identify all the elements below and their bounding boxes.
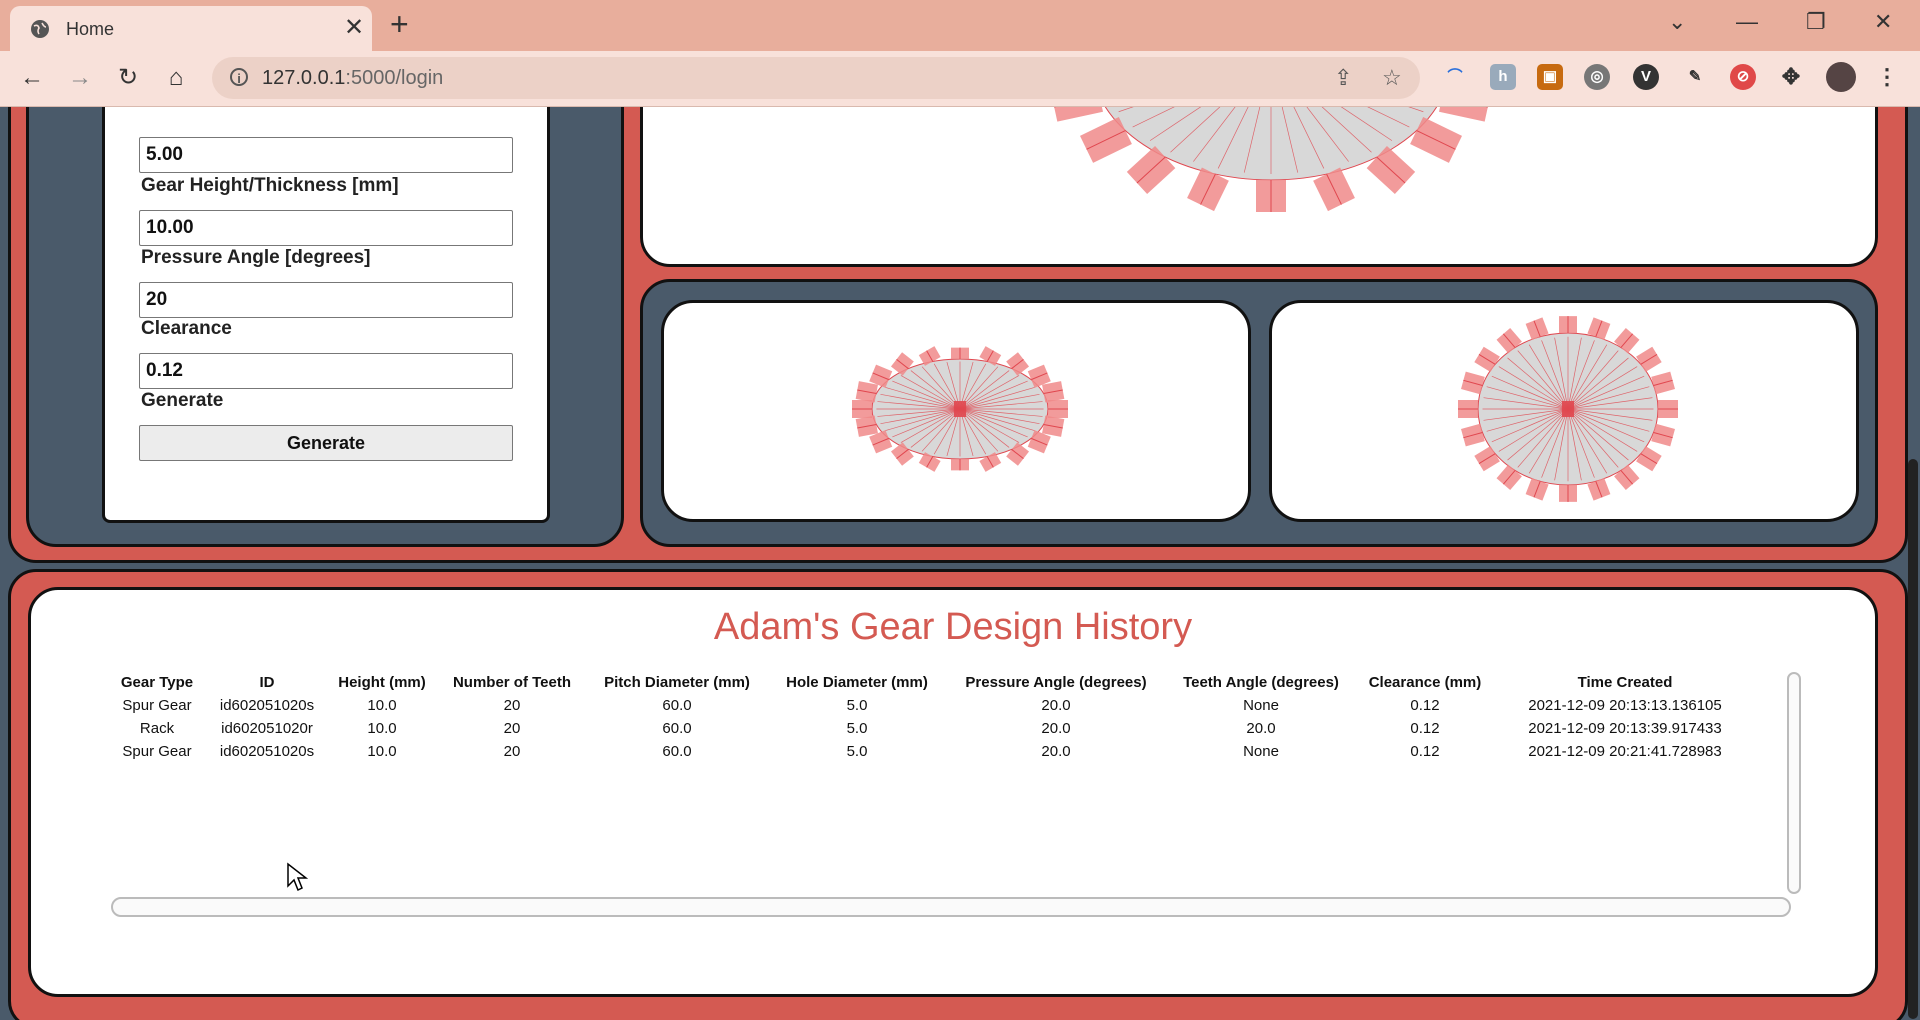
avatar[interactable] <box>1826 62 1856 92</box>
col-id: ID <box>259 673 275 691</box>
table-cell: 60.0 <box>662 697 692 714</box>
share-icon[interactable]: ⇪ <box>1334 65 1352 91</box>
table-cell: 20 <box>503 697 521 714</box>
table-row: Spur Gear id602051020s 10.0 20 60.0 5.0 20.0 No… <box>107 694 1757 717</box>
bookmark-star-icon[interactable]: ☆ <box>1382 65 1402 91</box>
extension-h-icon[interactable]: h <box>1490 64 1516 90</box>
extension-pen-icon[interactable]: ✎ <box>1682 64 1708 90</box>
menu-icon[interactable]: ⋮ <box>1874 64 1900 90</box>
tab-strip: Home ✕ + ⌄ — ❐ ✕ <box>0 0 1920 51</box>
new-tab-icon[interactable]: + <box>390 8 409 40</box>
extension-shield-icon[interactable]: ⊘ <box>1730 64 1756 90</box>
col-pitch-diameter: Pitch Diameter (mm) <box>604 673 750 691</box>
browser-tab[interactable]: Home ✕ <box>10 6 372 51</box>
extension-vd-icon[interactable]: V <box>1633 64 1659 90</box>
minimize-icon[interactable]: — <box>1736 8 1758 36</box>
forward-icon[interactable]: → <box>64 62 96 94</box>
table-cell: None <box>1243 743 1279 760</box>
extension-folder-icon[interactable]: ▣ <box>1537 64 1563 90</box>
table-cell: 20.0 <box>1041 743 1071 760</box>
gear-side-view[interactable] <box>661 300 1251 522</box>
back-icon[interactable]: ← <box>16 62 48 94</box>
generate-label: Generate <box>141 390 224 411</box>
table-cell: 20.0 <box>1246 720 1276 737</box>
history-table: Gear Type ID Height (mm) Number of Teeth… <box>107 670 1757 763</box>
table-cell: 2021-12-09 20:13:39.917433 <box>1528 720 1722 737</box>
table-cell: 5.0 <box>846 697 868 714</box>
gear-height-input[interactable] <box>139 210 513 246</box>
col-pressure-angle: Pressure Angle (degrees) <box>965 673 1147 691</box>
table-cell: id602051020s <box>219 743 315 760</box>
history-table-container: Gear Type ID Height (mm) Number of Teeth… <box>107 670 1827 890</box>
table-cell: id602051020r <box>221 720 313 737</box>
table-cell: 60.0 <box>662 743 692 760</box>
address-bar[interactable]: i 127.0.0.1:5000/login ⇪ ☆ <box>212 57 1420 99</box>
col-number-of-teeth: Number of Teeth <box>452 673 572 691</box>
site-info-icon[interactable]: i <box>230 68 248 86</box>
mouse-cursor-icon <box>287 862 308 892</box>
pressure-angle-input[interactable] <box>139 282 513 318</box>
table-horizontal-scrollbar[interactable] <box>111 897 1791 917</box>
col-teeth-angle: Teeth Angle (degrees) <box>1183 673 1339 691</box>
col-hole-diameter: Hole Diameter (mm) <box>786 673 928 691</box>
table-cell: 60.0 <box>662 720 692 737</box>
gear-3d-view-main[interactable] <box>640 107 1878 267</box>
tab-title: Home <box>66 19 115 39</box>
table-cell: Rack <box>139 720 175 737</box>
table-cell: id602051020s <box>219 697 315 714</box>
table-cell: 20 <box>503 720 521 737</box>
col-gear-type: Gear Type <box>120 673 194 691</box>
table-cell: Spur Gear <box>122 743 192 760</box>
table-cell: Spur Gear <box>122 697 192 714</box>
table-cell: 2021-12-09 20:21:41.728983 <box>1528 743 1722 760</box>
page-scrollbar-thumb[interactable] <box>1908 459 1918 1019</box>
gear-parameters-form: Gear Height/Thickness [mm] Pressure Angl… <box>102 107 550 523</box>
table-cell: 0.12 <box>1410 743 1440 760</box>
table-cell: 10.0 <box>367 697 397 714</box>
close-tab-icon[interactable]: ✕ <box>344 16 364 40</box>
extension-film-icon[interactable]: ◎ <box>1584 64 1610 90</box>
hole-diameter-input[interactable] <box>139 137 513 173</box>
globe-icon <box>31 20 49 38</box>
extensions-puzzle-icon[interactable]: ✥ <box>1778 64 1804 90</box>
url-text: 127.0.0.1:5000/login <box>262 67 444 89</box>
col-time-created: Time Created <box>1577 673 1673 691</box>
table-cell: 10.0 <box>367 720 397 737</box>
col-clearance: Clearance (mm) <box>1368 673 1482 691</box>
table-header-row: Gear Type ID Height (mm) Number of Teeth… <box>107 670 1757 694</box>
close-window-icon[interactable]: ✕ <box>1874 8 1892 36</box>
secondary-views-panel <box>640 279 1878 547</box>
col-height: Height (mm) <box>338 673 426 691</box>
table-cell: None <box>1243 697 1279 714</box>
extension-arc-icon[interactable]: ⌒ <box>1442 64 1468 90</box>
generate-button[interactable]: Generate <box>139 425 513 461</box>
table-cell: 0.12 <box>1410 720 1440 737</box>
gear-height-label: Gear Height/Thickness [mm] <box>141 175 399 196</box>
spur-gear-perspective-render <box>852 346 1068 472</box>
table-vertical-scrollbar[interactable] <box>1787 672 1801 894</box>
table-cell: 5.0 <box>846 720 868 737</box>
reload-icon[interactable]: ↻ <box>112 62 144 94</box>
clearance-label: Clearance <box>141 318 232 339</box>
clearance-input[interactable] <box>139 353 513 389</box>
restore-icon[interactable]: ❐ <box>1806 8 1826 36</box>
table-cell: 20 <box>503 743 521 760</box>
tab-search-icon[interactable]: ⌄ <box>1668 8 1686 36</box>
table-cell: 5.0 <box>846 743 868 760</box>
table-cell: 10.0 <box>367 743 397 760</box>
gear-top-view[interactable] <box>1269 300 1859 522</box>
table-cell: 20.0 <box>1041 697 1071 714</box>
spur-gear-top-render <box>1458 316 1678 502</box>
table-row: Rack id602051020r 10.0 20 60.0 5.0 20.0 20.0 0.1… <box>107 717 1757 740</box>
table-row: Spur Gear id602051020s 10.0 20 60.0 5.0 20.0 No… <box>107 740 1757 763</box>
home-icon[interactable]: ⌂ <box>160 62 192 94</box>
spur-gear-render <box>1054 107 1488 212</box>
table-cell: 20.0 <box>1041 720 1071 737</box>
history-card: Adam's Gear Design History Gear Type ID … <box>28 587 1878 997</box>
table-cell: 0.12 <box>1410 697 1440 714</box>
pressure-angle-label: Pressure Angle [degrees] <box>141 247 371 268</box>
table-cell: 2021-12-09 20:13:13.136105 <box>1528 697 1722 714</box>
history-title: Adam's Gear Design History <box>713 606 1193 648</box>
